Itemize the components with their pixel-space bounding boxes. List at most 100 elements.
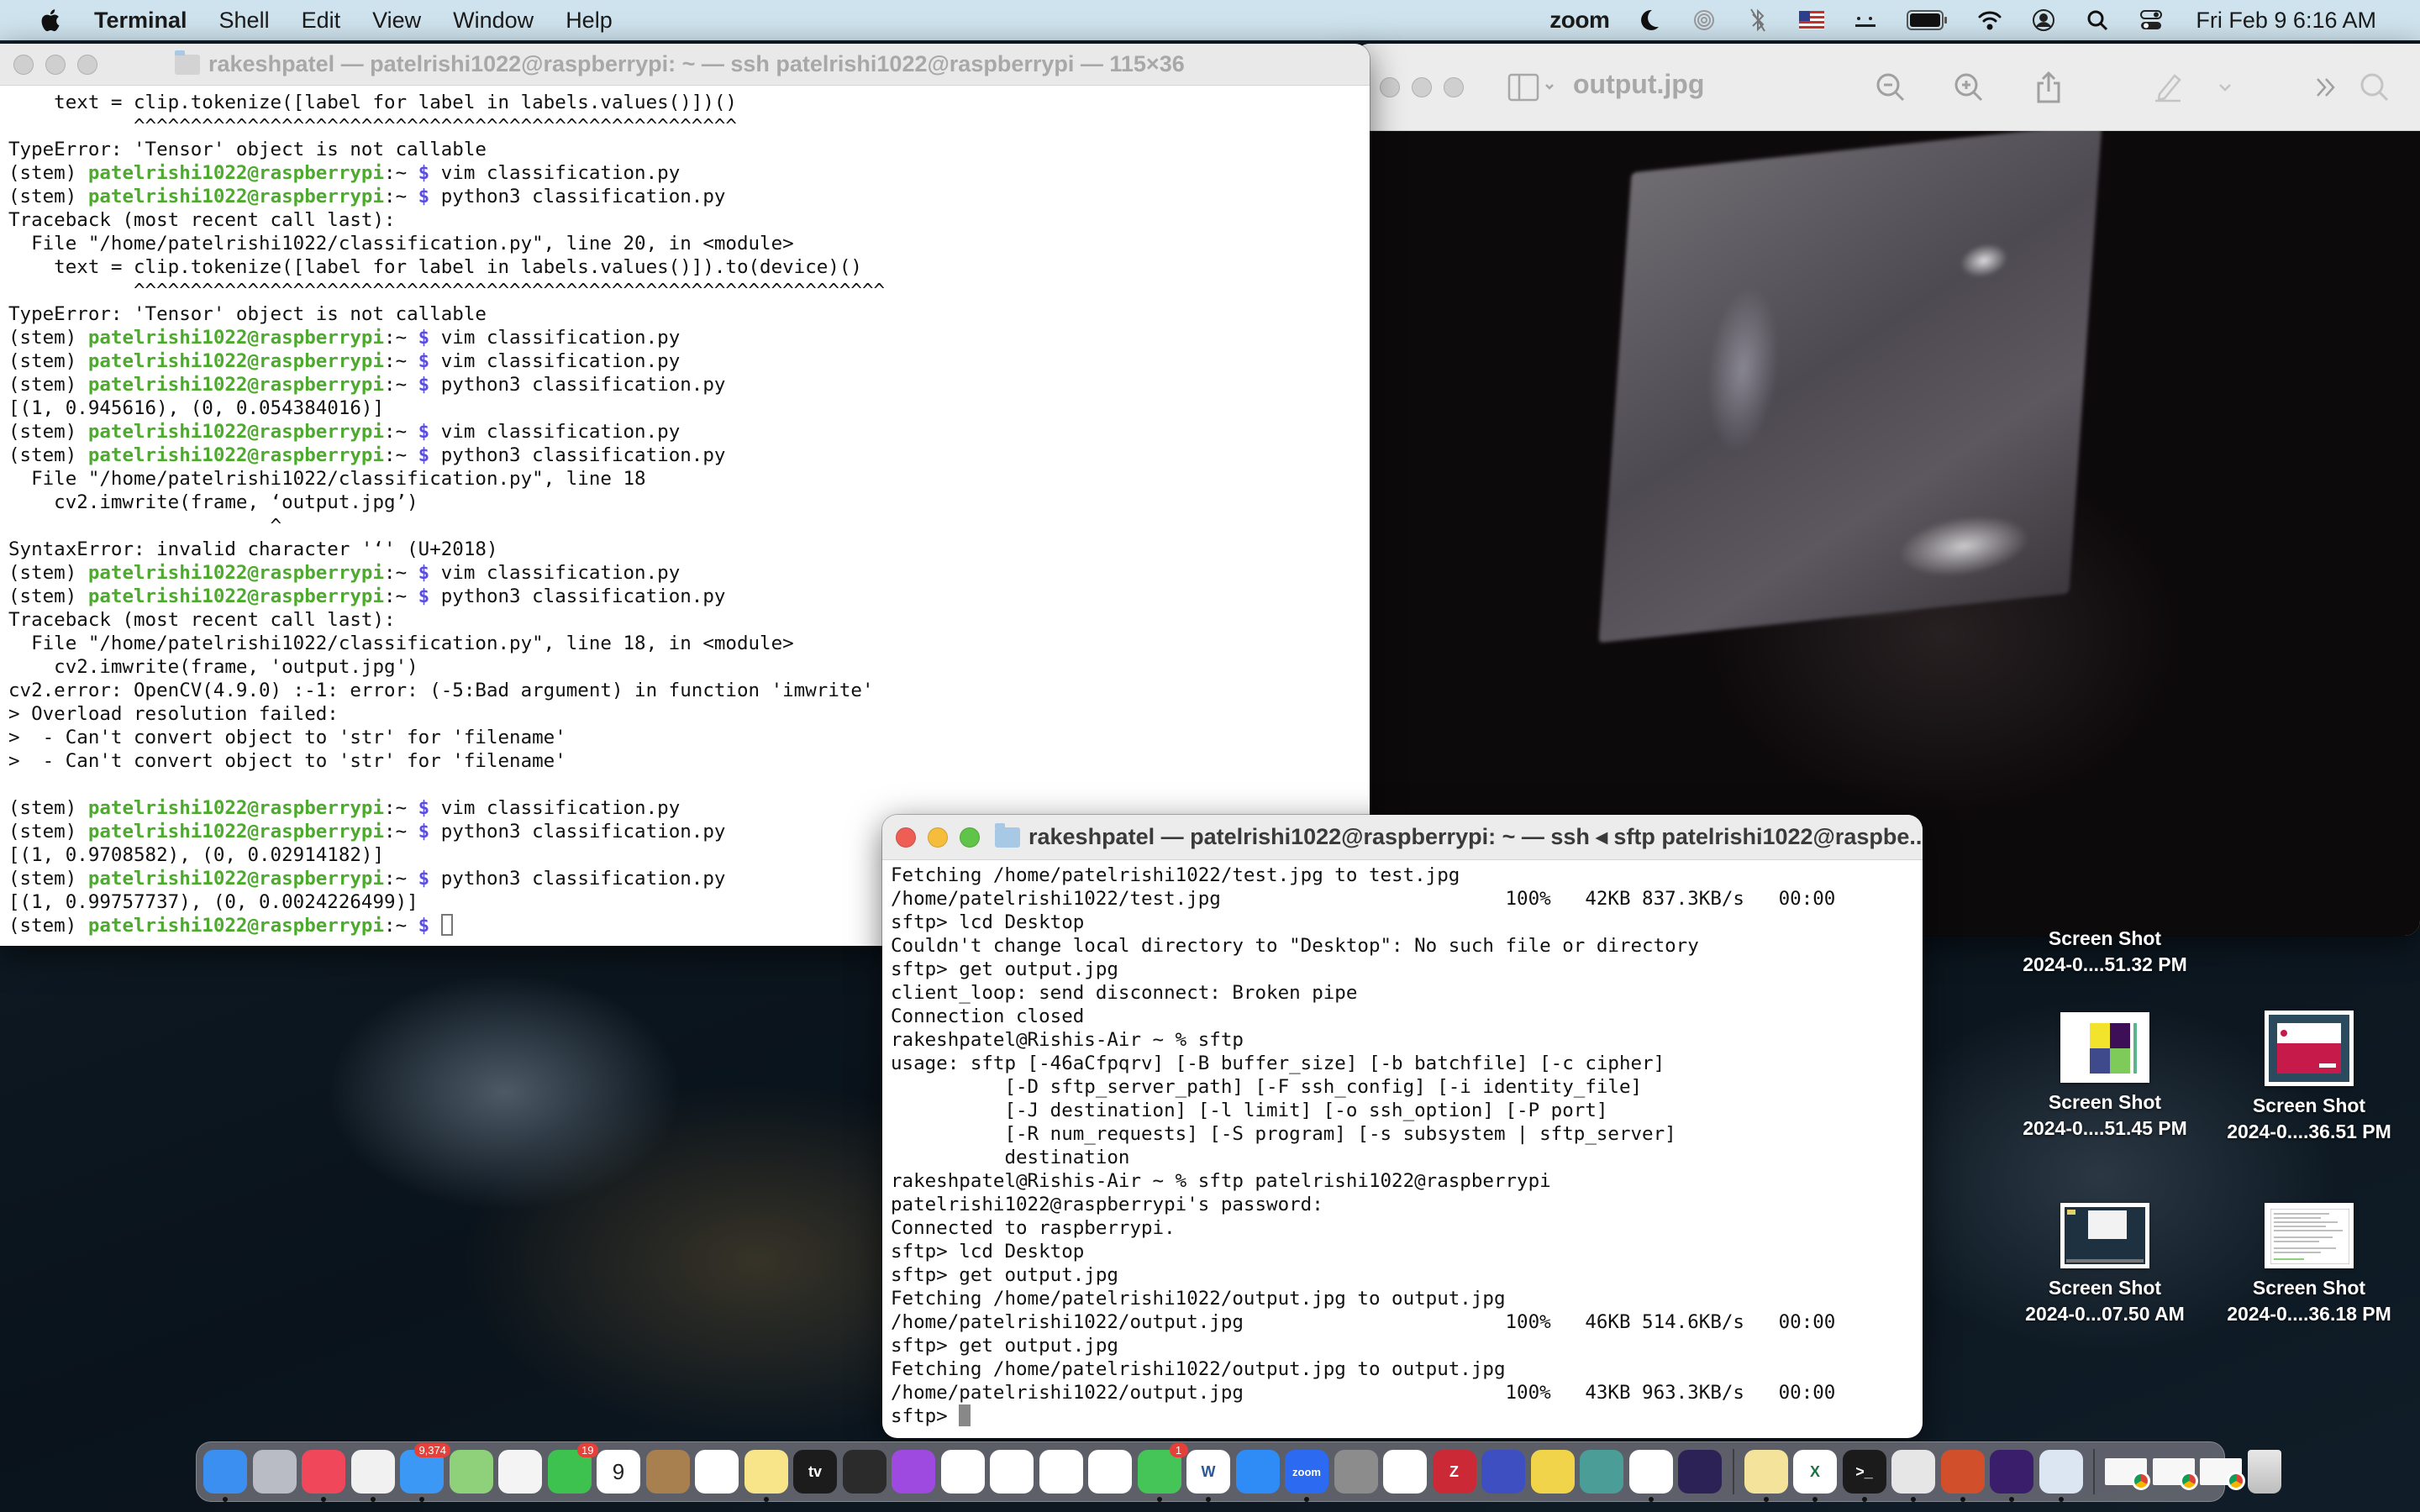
menu-edit[interactable]: Edit — [302, 8, 341, 34]
zoom-icon: zoom — [1292, 1465, 1321, 1478]
dock: 9,374 19 9 tv 1 Wzoom Z X >_ — [196, 1441, 2281, 1502]
desktop-file-screenshot-5[interactable]: Screen Shot 2024-0....36.18 PM — [2204, 1203, 2414, 1327]
close-button[interactable] — [13, 54, 34, 75]
dock-app-instruments[interactable] — [1481, 1450, 1525, 1494]
minimize-button[interactable] — [45, 54, 66, 75]
menubar-clock[interactable]: Fri Feb 9 6:16 AM — [2196, 8, 2376, 34]
dock-app-cyberduck[interactable] — [1530, 1450, 1575, 1494]
dock-app-google-chrome[interactable] — [350, 1450, 395, 1502]
user-account-icon[interactable] — [2031, 8, 2056, 33]
dock-app-tv[interactable]: tv — [793, 1450, 837, 1494]
battery-icon[interactable] — [1907, 8, 1949, 33]
zoom-button[interactable] — [960, 827, 980, 848]
dock-app-reminders[interactable] — [695, 1450, 739, 1494]
share-icon[interactable] — [2033, 71, 2064, 103]
dock-app-visual-studio-code[interactable] — [1628, 1450, 1673, 1502]
menu-window[interactable]: Window — [453, 8, 534, 34]
apple-menu-icon[interactable] — [39, 8, 60, 33]
dock-app-balloon-app[interactable] — [1580, 1450, 1623, 1494]
dock-app-messages[interactable]: 1 — [1137, 1443, 1188, 1502]
menu-help[interactable]: Help — [566, 8, 613, 34]
desktop-file-screenshot-3[interactable]: Screen Shot 2024-0....36.51 PM — [2204, 1011, 2414, 1145]
minimize-button[interactable] — [1412, 76, 1432, 97]
terminal-command-line: (stem) patelrishi1022@raspberrypi:~ $ py… — [8, 373, 1361, 396]
dock-app-maps[interactable] — [449, 1450, 493, 1494]
dock-app-microsoft-excel[interactable]: X — [1793, 1450, 1837, 1502]
menu-app-terminal[interactable]: Terminal — [94, 8, 187, 34]
terminal-output[interactable]: text = clip.tokenize([label for label in… — [0, 86, 1370, 937]
terminal-output[interactable]: Fetching /home/patelrishi1022/test.jpg t… — [882, 860, 1923, 1428]
menu-shell[interactable]: Shell — [219, 8, 270, 34]
terminal-output-line: Traceback (most recent call last): — [8, 609, 396, 631]
dock-minimized-chrome-window-2[interactable] — [2152, 1458, 2198, 1490]
more-tools-icon[interactable] — [2311, 72, 2341, 102]
dock-app-music[interactable] — [302, 1450, 345, 1502]
prompt-path: :~ — [384, 444, 418, 466]
desktop-file-screenshot-1[interactable]: Screen Shot 2024-0....51.32 PM — [2000, 926, 2210, 978]
desktop-file-screenshot-4[interactable]: Screen Shot 2024-0...07.50 AM — [2000, 1203, 2210, 1327]
dock-app-facetime[interactable]: 19 — [547, 1443, 598, 1494]
zoom-button[interactable] — [1444, 76, 1464, 97]
us-flag-input-icon[interactable] — [1799, 8, 1825, 33]
dock-minimized-chrome-window-3[interactable] — [2200, 1458, 2245, 1490]
prompt-symbol: $ — [418, 821, 430, 843]
dock-app-keynote[interactable] — [990, 1450, 1034, 1494]
dock-app-numbers[interactable] — [1039, 1450, 1083, 1494]
dock-app-firefox[interactable] — [1990, 1450, 2033, 1502]
dock-app-podcasts[interactable] — [892, 1450, 935, 1494]
dock-trash[interactable] — [2247, 1450, 2281, 1494]
dock-app-terminal[interactable]: >_ — [1842, 1450, 1886, 1502]
airdrop-icon[interactable] — [1691, 8, 1717, 33]
prompt-symbol: $ — [418, 868, 430, 890]
dock-app-preview[interactable] — [2039, 1450, 2083, 1502]
search-icon[interactable] — [2360, 72, 2390, 102]
dock-app-system-preferences[interactable] — [1334, 1450, 1378, 1494]
dock-app-news[interactable] — [940, 1450, 985, 1494]
dock-app-finder[interactable] — [203, 1450, 247, 1502]
control-strip-icon[interactable] — [1853, 8, 1878, 33]
dock-app-zoom[interactable]: zoom — [1285, 1450, 1328, 1502]
dock-app-printer[interactable] — [1891, 1450, 1935, 1502]
zoom-button[interactable] — [77, 54, 97, 75]
markup-dropdown-icon[interactable] — [2210, 72, 2240, 102]
dock-app-eclipse[interactable] — [1678, 1450, 1722, 1494]
dock-minimized-chrome-window-1[interactable] — [2105, 1458, 2150, 1490]
markup-pen-icon[interactable] — [2153, 72, 2183, 102]
zoom-status-item[interactable]: zoom — [1549, 7, 1610, 34]
desktop-file-screenshot-2[interactable]: Screen Shot 2024-0....51.45 PM — [2000, 1012, 2210, 1142]
dock-app-app-store[interactable] — [1235, 1450, 1280, 1494]
control-center-icon[interactable] — [2139, 8, 2164, 33]
dock-app-find-my[interactable] — [842, 1450, 886, 1494]
close-button[interactable] — [1380, 76, 1400, 97]
terminal-window-sftp: rakeshpatel — patelrishi1022@raspberrypi… — [882, 815, 1923, 1438]
prompt-user-host: patelrishi1022@raspberrypi — [87, 350, 385, 372]
minimize-button[interactable] — [928, 827, 948, 848]
dock-app-launchpad[interactable] — [252, 1450, 297, 1494]
dock-app-contacts[interactable] — [645, 1450, 690, 1494]
prompt-env: (stem) — [8, 821, 88, 843]
dock-app-microsoft-word[interactable]: W — [1186, 1450, 1230, 1502]
command-text: python3 classification.py — [429, 186, 726, 207]
dock-app-notes[interactable] — [744, 1450, 788, 1502]
dock-app-microsoft-remote-desktop[interactable] — [1940, 1450, 1985, 1502]
dock-app-pages[interactable] — [1088, 1450, 1132, 1494]
dock-app-stickies[interactable] — [1744, 1450, 1788, 1502]
prompt-user-host: patelrishi1022@raspberrypi — [87, 162, 385, 184]
spotlight-search-icon[interactable] — [2085, 8, 2110, 33]
dock-app-mail[interactable]: 9,374 — [400, 1443, 450, 1502]
dock-app-safari[interactable] — [1383, 1450, 1427, 1494]
dock-app-zotero[interactable]: Z — [1432, 1450, 1476, 1494]
menu-view[interactable]: View — [372, 8, 421, 34]
zoom-out-icon[interactable] — [1876, 72, 1906, 102]
dock-app-calendar[interactable]: 9 — [597, 1450, 640, 1494]
wifi-icon[interactable] — [1977, 8, 2002, 33]
zoom-in-icon[interactable] — [1954, 72, 1984, 102]
terminal-output-line: [-J destination] [-l limit] [-o ssh_opti… — [891, 1100, 1608, 1121]
bluetooth-off-icon[interactable] — [1745, 8, 1770, 33]
dock-app-photos[interactable] — [498, 1450, 542, 1494]
desktop-file-label: Screen Shot — [2048, 1091, 2162, 1113]
sidebar-toggle-icon[interactable] — [1507, 72, 1558, 102]
close-button[interactable] — [896, 827, 916, 848]
do-not-disturb-moon-icon[interactable] — [1638, 8, 1663, 33]
running-indicator — [1648, 1497, 1654, 1502]
